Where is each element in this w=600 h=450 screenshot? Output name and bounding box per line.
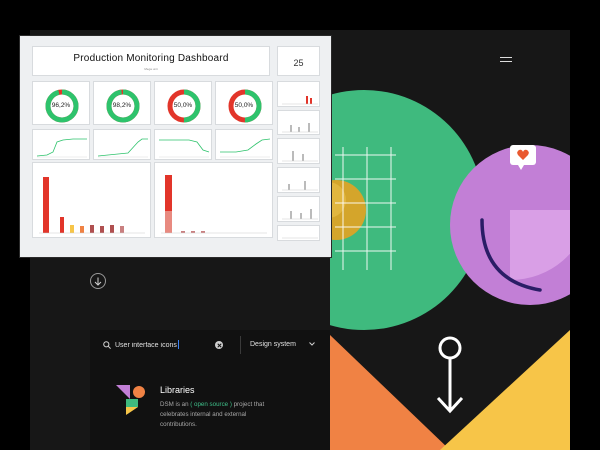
arrow-down-icon [94, 277, 102, 286]
chevron-down-icon[interactable] [309, 342, 315, 346]
search-divider [240, 336, 241, 354]
libraries-logo-icon [116, 385, 145, 415]
kpi-card: ​ 25 [277, 46, 320, 76]
gauge-card: 96,2% [32, 81, 90, 125]
bar-chart [39, 177, 145, 234]
gauge-card: 50,0% [154, 81, 212, 125]
dashboard-screenshot: Production Monitoring Dashboard Mega uni… [19, 35, 332, 258]
libraries-description: DSM is an ( open source ) project that c… [160, 400, 270, 430]
gauge-card: 50,0% [215, 81, 273, 125]
line-chart [159, 139, 210, 158]
line-chart [220, 138, 271, 158]
line-chart-card [93, 129, 151, 160]
search-input[interactable] [115, 338, 225, 352]
shapes-illustration [330, 90, 570, 450]
bar-chart-card [32, 162, 151, 238]
dashboard-subtitle: Mega unit [144, 67, 158, 71]
text-caret [178, 340, 179, 349]
menu-icon[interactable] [500, 57, 512, 64]
open-source-link[interactable]: ( open source ) [190, 401, 232, 408]
side-chart-card [277, 110, 320, 135]
gauge-value: 98,2% [112, 102, 132, 109]
line-chart-card [154, 129, 212, 160]
kpi-value: 25 [293, 58, 304, 68]
orange-triangle-shape [330, 335, 450, 450]
dashboard-title: Production Monitoring Dashboard [73, 53, 229, 64]
hero-illustration [330, 90, 570, 450]
clear-search-icon[interactable] [215, 341, 223, 349]
gauge-card: 98,2% [93, 81, 151, 125]
pin-arrow-icon [436, 336, 464, 414]
side-chart-card [277, 81, 320, 107]
line-chart [36, 138, 87, 158]
line-chart [97, 138, 148, 158]
side-chart-card [277, 196, 320, 222]
dashboard-title-card: Production Monitoring Dashboard Mega uni… [32, 46, 270, 76]
side-chart-card [277, 225, 320, 241]
line-chart-card [215, 129, 273, 160]
search-bar: Design system [90, 330, 330, 360]
libraries-title: Libraries [160, 385, 195, 395]
gauge-value: 50,0% [234, 102, 254, 109]
gauge-value: 50,0% [173, 102, 193, 109]
search-icon [103, 341, 111, 349]
side-chart-card [277, 167, 320, 193]
search-panel: Design system Libraries DSM is an ( open… [90, 330, 330, 450]
side-chart-card [277, 138, 320, 164]
bar-chart-card [154, 162, 273, 238]
bar-chart [161, 175, 267, 234]
scroll-down-button[interactable] [90, 273, 106, 289]
line-chart-card [32, 129, 90, 160]
gauge-value: 96,2% [51, 102, 71, 109]
libraries-desc-text: DSM is an [160, 401, 191, 408]
kpi-label: ​ [278, 52, 319, 56]
